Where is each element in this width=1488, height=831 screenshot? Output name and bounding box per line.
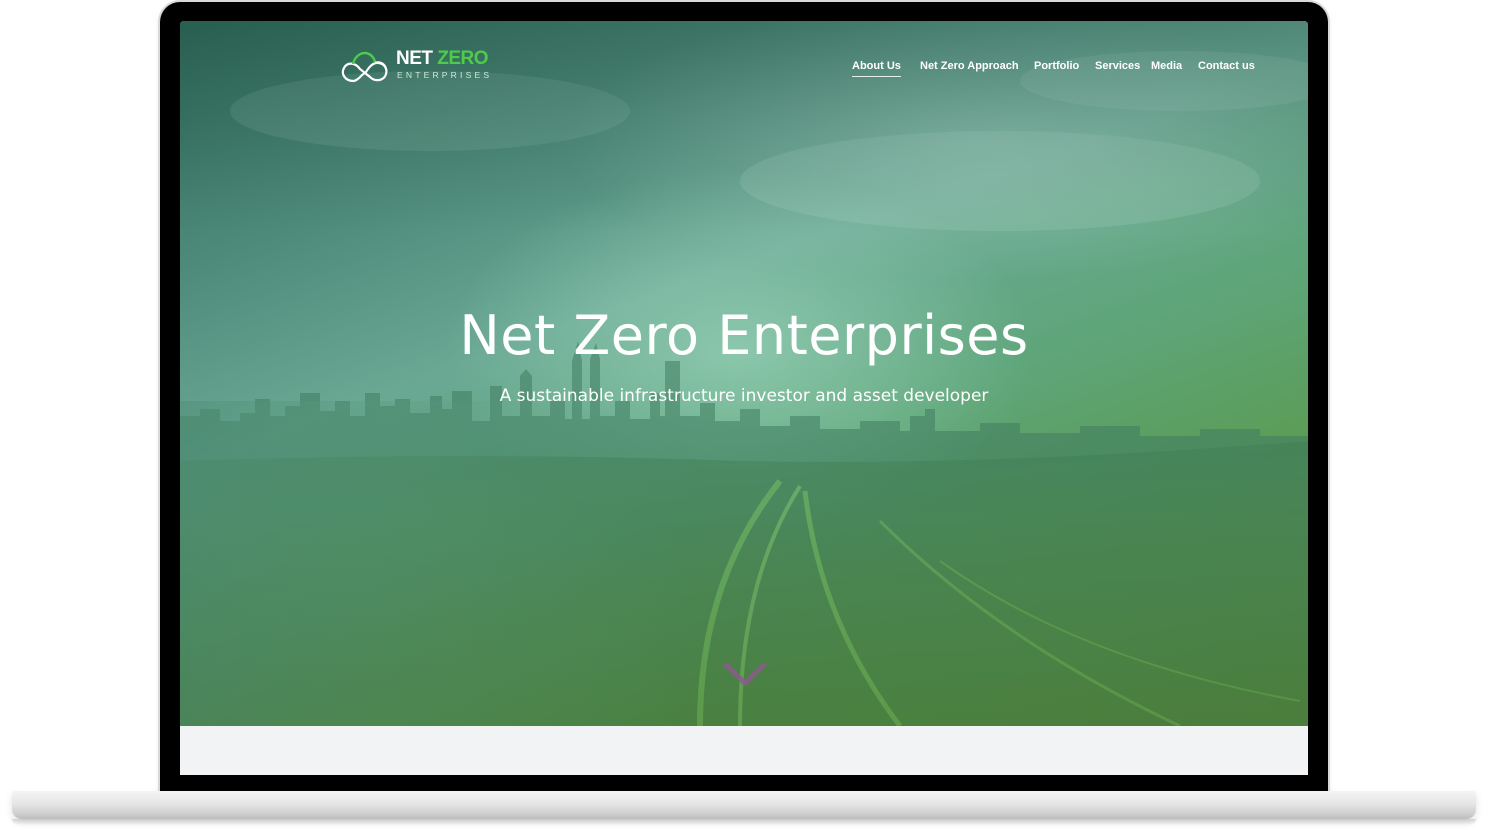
chevron-down-icon (723, 662, 767, 686)
nav-contact-us[interactable]: Contact us (1198, 59, 1255, 73)
hero-section: NET ZERO ENTERPRISES About Us Net Zero A… (180, 21, 1308, 726)
laptop-mockup: NET ZERO ENTERPRISES About Us Net Zero A… (0, 0, 1488, 831)
nav-net-zero-approach[interactable]: Net Zero Approach (920, 59, 1019, 73)
logo-subtitle: ENTERPRISES (397, 70, 493, 80)
nav-media[interactable]: Media (1151, 59, 1182, 73)
laptop-base (12, 791, 1476, 825)
hero-title: Net Zero Enterprises (459, 304, 1029, 367)
brand-logo[interactable]: NET ZERO ENTERPRISES (340, 43, 500, 85)
logo-wordmark: NET ZERO (396, 48, 489, 69)
website-screen: NET ZERO ENTERPRISES About Us Net Zero A… (180, 21, 1308, 775)
infinity-cloud-logo-icon (341, 51, 388, 83)
hero-green-overlay (180, 21, 1308, 726)
logo-zero-text: ZERO (437, 48, 489, 69)
nav-portfolio[interactable]: Portfolio (1034, 59, 1079, 73)
nav-services[interactable]: Services (1095, 59, 1140, 73)
next-section-preview (180, 726, 1308, 775)
nav-about-us[interactable]: About Us (852, 59, 901, 77)
hero-subtitle: A sustainable infrastructure investor an… (499, 386, 989, 406)
scroll-down-button[interactable] (720, 657, 770, 693)
logo-net-text: NET (396, 48, 433, 69)
